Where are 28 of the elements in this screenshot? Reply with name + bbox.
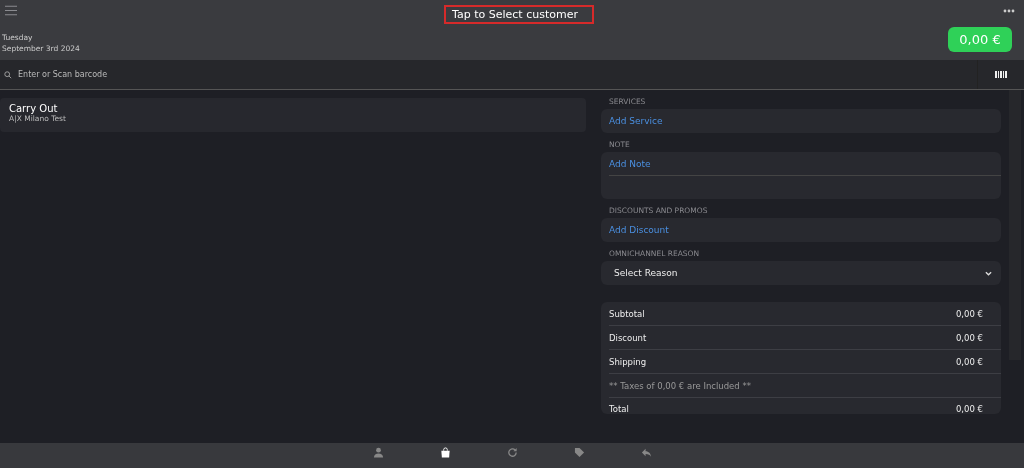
chevron-down-icon	[985, 270, 992, 276]
barcode-icon[interactable]	[995, 71, 1007, 78]
add-button[interactable]: Add Discount	[601, 218, 1001, 242]
search-icon	[4, 70, 12, 79]
customer-button[interactable]: Tap to Select customer	[444, 5, 594, 24]
summary-value: 0,00 €	[955, 356, 983, 367]
add-button[interactable]: Add Service	[601, 109, 1001, 133]
reason-dropdown[interactable]: Select Reason	[601, 261, 1001, 285]
refresh-icon	[506, 447, 518, 458]
tag-icon	[573, 447, 585, 458]
tax-note: ** Taxes of 0,00 € are Included **	[609, 380, 751, 391]
menu-icon[interactable]	[5, 5, 17, 16]
person-icon	[372, 447, 384, 458]
note-field[interactable]: Add Note	[601, 152, 1001, 199]
bag-icon	[439, 447, 451, 458]
summary-label: Shipping	[609, 356, 647, 367]
summary-label: Subtotal	[609, 308, 645, 319]
scrollbar[interactable]	[1009, 90, 1021, 360]
summary-label: Total	[609, 404, 629, 414]
add-note-link[interactable]: Add Note	[609, 152, 1001, 176]
reply-icon	[640, 447, 652, 458]
search-field[interactable]: Enter or Scan barcode	[16, 69, 220, 80]
summary-value: 0,00 €	[955, 404, 983, 414]
summary-value: 0,00 €	[955, 332, 983, 343]
order-title: Carry Out	[9, 103, 58, 114]
more-icon[interactable]	[1003, 9, 1015, 13]
summary-value: 0,00 €	[955, 308, 983, 319]
summary-label: Discount	[609, 332, 647, 343]
